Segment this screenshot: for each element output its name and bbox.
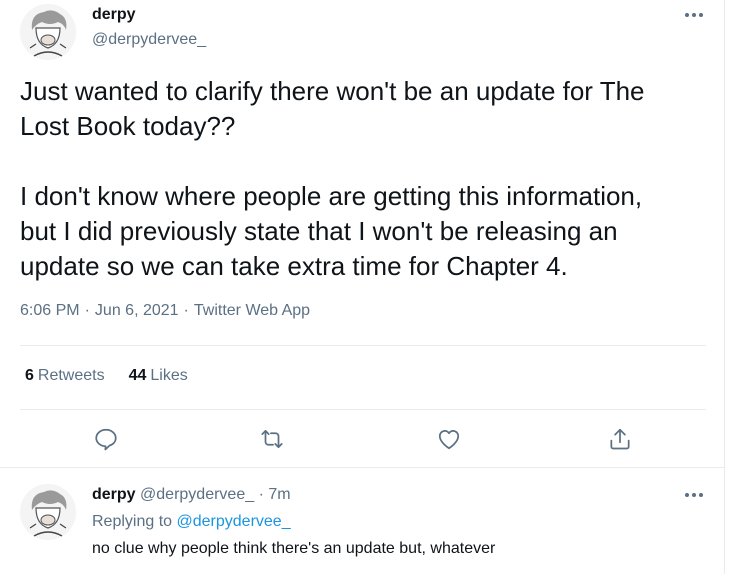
- reply-age[interactable]: 7m: [268, 486, 290, 503]
- avatar-drawing: [20, 484, 76, 540]
- reply-text: no clue why people think there's an upda…: [92, 540, 496, 557]
- tweet-line: Just wanted to clarify there won't be an…: [20, 76, 645, 106]
- tweet-line: but I did previously state that I won't …: [20, 216, 618, 246]
- avatar-drawing: [20, 4, 76, 60]
- reply-avatar[interactable]: [20, 484, 76, 540]
- replying-handle-link[interactable]: @derpydervee_: [177, 513, 291, 530]
- avatar[interactable]: [20, 4, 76, 60]
- replying-prefix: Replying to: [92, 513, 173, 530]
- tweet-line: I don't know where people are getting th…: [20, 181, 643, 211]
- tweet-time[interactable]: 6:06 PM: [20, 302, 80, 319]
- tweet-date[interactable]: Jun 6, 2021: [95, 302, 179, 319]
- reply-icon[interactable]: [93, 426, 119, 452]
- tweet-line: Lost Book today??: [20, 111, 236, 141]
- author-name[interactable]: derpy: [92, 6, 136, 24]
- replying-to: Replying to @derpydervee_: [92, 513, 291, 531]
- share-icon[interactable]: [607, 426, 633, 452]
- more-options-icon[interactable]: [684, 9, 708, 21]
- divider: [20, 345, 706, 346]
- reply-header: derpy @derpydervee_ · 7m: [92, 486, 291, 504]
- reply-author-handle[interactable]: @derpydervee_: [140, 486, 254, 503]
- reply-author-name[interactable]: derpy: [92, 486, 136, 503]
- reply-more-options-icon[interactable]: [684, 489, 708, 501]
- tweet-stats: 6 Retweets 44 Likes: [25, 367, 188, 385]
- retweets-stat[interactable]: 6 Retweets: [25, 367, 105, 384]
- likes-stat[interactable]: 44 Likes: [129, 367, 188, 384]
- divider: [20, 409, 706, 410]
- tweet-text: Just wanted to clarify there won't be an…: [20, 74, 720, 284]
- divider: [0, 467, 725, 468]
- retweet-icon[interactable]: [259, 426, 285, 452]
- tweet-detail: derpy @derpydervee_ Just wanted to clari…: [0, 0, 725, 574]
- author-handle[interactable]: @derpydervee_: [92, 31, 206, 49]
- retweet-count: 6: [25, 367, 34, 384]
- reply-separator: ·: [258, 486, 264, 503]
- tweet-meta: 6:06 PM · Jun 6, 2021 · Twitter Web App: [20, 302, 310, 320]
- retweet-label: Retweets: [37, 367, 105, 384]
- like-label: Likes: [150, 367, 188, 384]
- tweet-line: update so we can take extra time for Cha…: [20, 251, 568, 281]
- heart-icon[interactable]: [436, 426, 462, 452]
- tweet-source[interactable]: Twitter Web App: [194, 302, 310, 319]
- meta-separator: ·: [84, 302, 90, 319]
- like-count: 44: [128, 367, 147, 384]
- meta-separator: ·: [183, 302, 189, 319]
